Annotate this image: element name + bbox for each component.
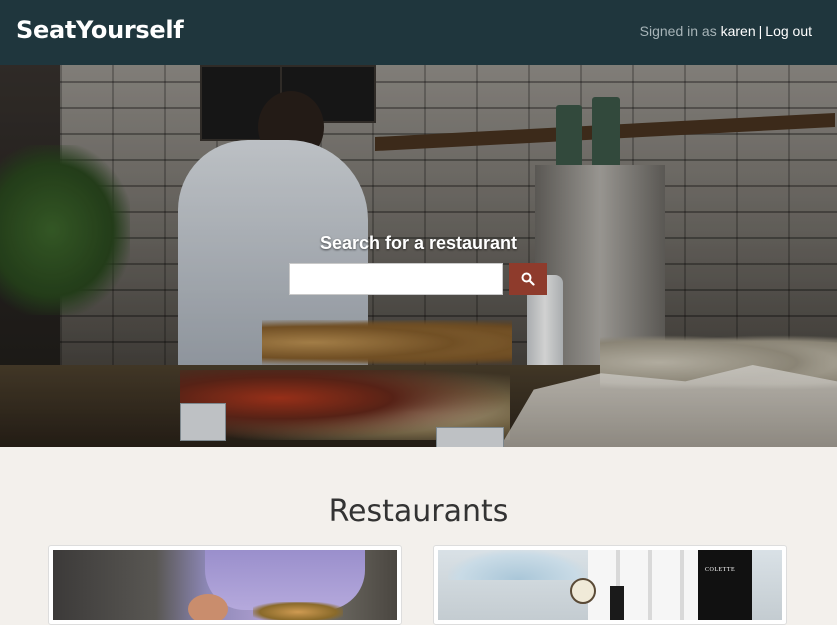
restaurant-card[interactable] (48, 545, 402, 625)
separator: | (758, 23, 763, 39)
user-bar: Signed in as karen | Log out (640, 23, 812, 39)
section-title: Restaurants (328, 494, 509, 529)
ceiling-dome (448, 550, 588, 580)
sign-text: COLETTE (705, 567, 736, 573)
hero-section: Search for a restaurant (0, 65, 837, 447)
search-input[interactable] (289, 263, 503, 295)
chalkboard-sign (610, 586, 624, 620)
logout-link[interactable]: Log out (765, 23, 812, 39)
signed-in-label: Signed in as (639, 23, 717, 39)
clock-icon (570, 578, 596, 604)
restaurant-card[interactable]: COLETTE (433, 545, 787, 625)
shelves (588, 550, 698, 620)
restaurant-image[interactable]: COLETTE (438, 550, 782, 620)
chalkboard-sign (698, 550, 752, 620)
plated-food (253, 602, 343, 620)
server-arm (205, 550, 365, 610)
search-button[interactable] (509, 263, 547, 295)
server-hand (188, 594, 228, 620)
search-icon (521, 272, 535, 286)
restaurant-image[interactable] (53, 550, 397, 620)
hero-overlay (0, 65, 837, 447)
navbar: SeatYourself Signed in as karen | Log out (0, 0, 837, 65)
username: karen (720, 23, 756, 39)
search-title: Search for a restaurant (319, 233, 518, 253)
brand-logo[interactable]: SeatYourself (16, 16, 184, 44)
